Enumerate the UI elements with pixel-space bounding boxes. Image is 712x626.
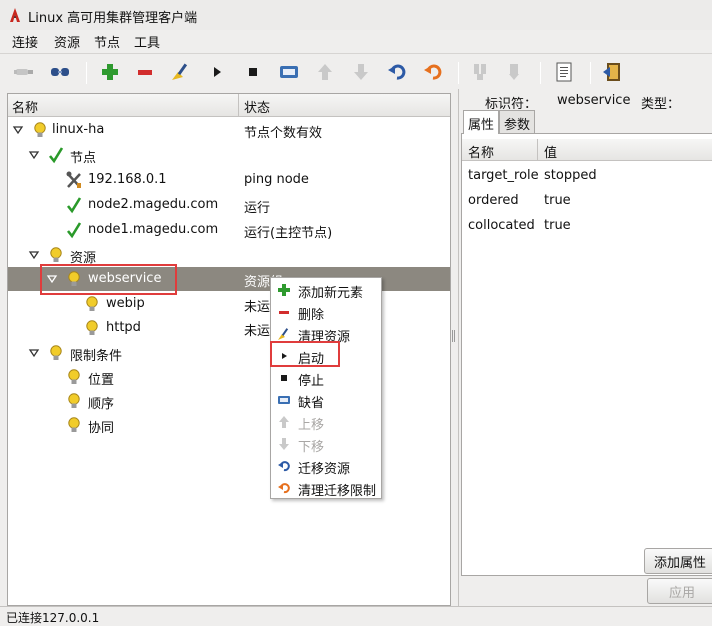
table-row[interactable]: collocated true	[462, 214, 712, 238]
remove-icon[interactable]	[133, 60, 157, 84]
bulb-icon	[84, 295, 100, 313]
unmigrate-icon	[277, 481, 291, 495]
table-row[interactable]: target_role stopped	[462, 164, 712, 188]
apply-button[interactable]: 应用	[647, 578, 712, 604]
add-icon[interactable]	[98, 60, 122, 84]
connect-icon[interactable]	[12, 60, 36, 84]
bulb-icon	[66, 416, 82, 434]
broom-icon	[277, 327, 291, 341]
menu-item-default[interactable]: 缺省	[271, 389, 381, 411]
attr-name-column-header[interactable]: 名称	[468, 142, 494, 161]
active-icon[interactable]	[502, 60, 526, 84]
tree-row-constraints[interactable]: 限制条件	[8, 341, 450, 365]
move-up-icon[interactable]	[313, 60, 337, 84]
bulb-icon	[84, 319, 100, 337]
stop-icon	[277, 371, 291, 385]
context-menu: 添加新元素 删除 清理资源 启动 停止 缺省 上移 下移 迁移资源 清理迁移限制	[270, 277, 382, 499]
expander-expanded-icon[interactable]	[28, 347, 40, 359]
tree-row-ping-node[interactable]: 192.168.0.1 ping node	[8, 168, 450, 192]
cleanup-icon[interactable]	[168, 60, 192, 84]
tree-row-httpd[interactable]: httpd 未运	[8, 316, 450, 340]
splitter-handle-icon[interactable]	[452, 330, 456, 342]
menu-item-move-up[interactable]: 上移	[271, 411, 381, 433]
default-icon[interactable]	[277, 60, 301, 84]
menu-bar: 连接 资源 节点 工具	[0, 30, 712, 52]
tree-row-nodes[interactable]: 节点	[8, 143, 450, 167]
window-title: Linux 高可用集群管理客户端	[28, 11, 198, 26]
plus-icon	[277, 283, 291, 297]
connection-status: 已连接127.0.0.1	[6, 611, 100, 625]
menu-connect[interactable]: 连接	[12, 32, 38, 51]
tab-attributes[interactable]: 属性	[463, 110, 500, 134]
bulb-icon	[66, 368, 82, 386]
menu-item-delete[interactable]: 删除	[271, 301, 381, 323]
exit-icon[interactable]	[600, 60, 624, 84]
arrow-down-icon	[277, 437, 291, 451]
toolbar	[0, 53, 712, 89]
disconnect-icon[interactable]	[48, 60, 72, 84]
tree-row-linux-ha[interactable]: linux-ha 节点个数有效	[8, 118, 450, 142]
start-highlight-box	[270, 341, 340, 367]
bulb-icon	[32, 121, 48, 139]
unmigrate-icon[interactable]	[421, 60, 445, 84]
start-icon[interactable]	[205, 60, 229, 84]
expander-expanded-icon[interactable]	[28, 149, 40, 161]
attributes-header: 名称 值	[462, 139, 712, 161]
menu-item-move-down[interactable]: 下移	[271, 433, 381, 455]
check-icon	[66, 196, 82, 214]
minus-icon	[277, 305, 291, 319]
tree-row-order[interactable]: 顺序	[8, 389, 450, 413]
check-icon	[66, 221, 82, 239]
bulb-icon	[48, 344, 64, 362]
tree-row-location[interactable]: 位置	[8, 365, 450, 389]
cluster-tree: 名称 状态 linux-ha 节点个数有效 节点 192.168.0.1 pin…	[7, 93, 451, 606]
tree-row-node2[interactable]: node2.magedu.com 运行	[8, 193, 450, 217]
tools-icon	[66, 171, 82, 189]
move-down-icon[interactable]	[349, 60, 373, 84]
attr-value-column-header[interactable]: 值	[544, 142, 557, 161]
status-bar: 已连接127.0.0.1	[0, 606, 712, 625]
details-panel: 标识符： webservice 类型： 属性 参数 名称 值 target_ro…	[458, 89, 712, 606]
expander-expanded-icon[interactable]	[12, 124, 24, 136]
tab-parameters[interactable]: 参数	[499, 110, 536, 134]
menu-item-add-element[interactable]: 添加新元素	[271, 279, 381, 301]
tree-header: 名称 状态	[8, 94, 450, 117]
menu-resource[interactable]: 资源	[54, 32, 80, 51]
tree-row-node1[interactable]: node1.magedu.com 运行(主控节点)	[8, 218, 450, 242]
type-label: 类型：	[641, 97, 681, 112]
bulb-icon	[66, 392, 82, 410]
arrow-up-icon	[277, 415, 291, 429]
menu-item-unmigrate[interactable]: 清理迁移限制	[271, 477, 381, 499]
table-row[interactable]: ordered true	[462, 189, 712, 213]
menu-item-migrate[interactable]: 迁移资源	[271, 455, 381, 477]
name-column-header[interactable]: 名称	[12, 97, 38, 116]
attributes-table: 名称 值 target_role stopped ordered true co…	[461, 133, 712, 576]
expander-expanded-icon[interactable]	[28, 249, 40, 261]
menu-tools[interactable]: 工具	[134, 32, 160, 51]
check-icon	[48, 146, 64, 164]
app-logo-icon	[10, 8, 20, 22]
log-icon[interactable]	[552, 60, 576, 84]
stop-icon[interactable]	[241, 60, 265, 84]
menu-node[interactable]: 节点	[94, 32, 120, 51]
default-icon	[277, 393, 291, 407]
migrate-icon	[277, 459, 291, 473]
standby-icon[interactable]	[468, 60, 492, 84]
title-bar: Linux 高可用集群管理客户端	[0, 0, 712, 30]
add-attribute-button[interactable]: 添加属性	[644, 548, 712, 574]
bulb-icon	[48, 246, 64, 264]
tree-row-webip[interactable]: webip 未运	[8, 292, 450, 316]
identifier-value: webservice	[557, 93, 631, 108]
menu-item-stop[interactable]: 停止	[271, 367, 381, 389]
tree-row-colocation[interactable]: 协同	[8, 413, 450, 437]
webservice-highlight-box	[40, 264, 177, 295]
status-column-header[interactable]: 状态	[244, 97, 270, 116]
migrate-icon[interactable]	[385, 60, 409, 84]
